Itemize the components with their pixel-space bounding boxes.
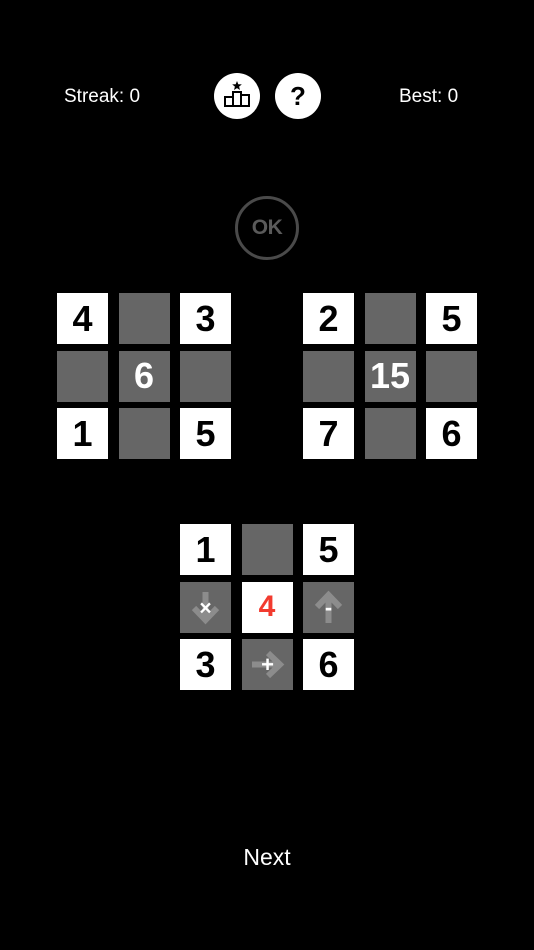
grid-cell: 1 — [57, 408, 108, 459]
streak-counter: Streak: 0 — [64, 86, 141, 107]
grid-cell — [180, 350, 231, 402]
best-score: Best: 0 — [399, 86, 459, 107]
grid-cell: 6 — [426, 408, 477, 459]
arrow-up-icon: - — [314, 590, 343, 623]
operator-label: × — [199, 597, 211, 620]
add-right-operator[interactable]: + — [241, 639, 293, 690]
arrow-right-icon: + — [251, 650, 284, 679]
operator-label: + — [261, 652, 274, 677]
target-number-cell: 4 — [241, 581, 293, 633]
grid-center-result: 15 — [364, 350, 416, 402]
subtract-up-operator[interactable]: - — [303, 581, 354, 633]
grid-cell: 4 — [57, 293, 108, 344]
arrow-down-icon: × — [191, 591, 220, 624]
help-button[interactable]: ? — [275, 73, 321, 119]
puzzle-cell: 1 — [180, 524, 231, 575]
grid-cell: 5 — [180, 408, 231, 459]
leaderboard-button[interactable] — [214, 73, 260, 119]
grid-cell — [303, 350, 354, 402]
puzzle-grid: 1 5 × 4 - 3 + 6 — [180, 524, 354, 690]
grid-cell — [364, 293, 416, 344]
podium-star-icon — [223, 79, 251, 114]
grid-cell: 3 — [180, 293, 231, 344]
example-grid-left: 4 3 6 1 5 — [57, 293, 231, 459]
grid-cell — [364, 408, 416, 459]
example-grid-right: 2 5 15 7 6 — [303, 293, 477, 459]
operator-label: - — [325, 595, 332, 620]
puzzle-cell: 6 — [303, 639, 354, 690]
grid-cell: 5 — [426, 293, 477, 344]
grid-cell — [118, 408, 170, 459]
grid-cell — [426, 350, 477, 402]
puzzle-cell: 3 — [180, 639, 231, 690]
multiply-down-operator[interactable]: × — [180, 581, 231, 633]
grid-cell: 2 — [303, 293, 354, 344]
grid-cell: 7 — [303, 408, 354, 459]
next-button[interactable]: Next — [0, 843, 534, 871]
question-mark-icon: ? — [290, 81, 306, 111]
grid-cell — [118, 293, 170, 344]
puzzle-cell: 5 — [303, 524, 354, 575]
grid-center-result: 6 — [118, 350, 170, 402]
empty-operator-slot[interactable] — [241, 524, 293, 575]
grid-cell — [57, 350, 108, 402]
ok-button[interactable]: OK — [235, 196, 299, 260]
